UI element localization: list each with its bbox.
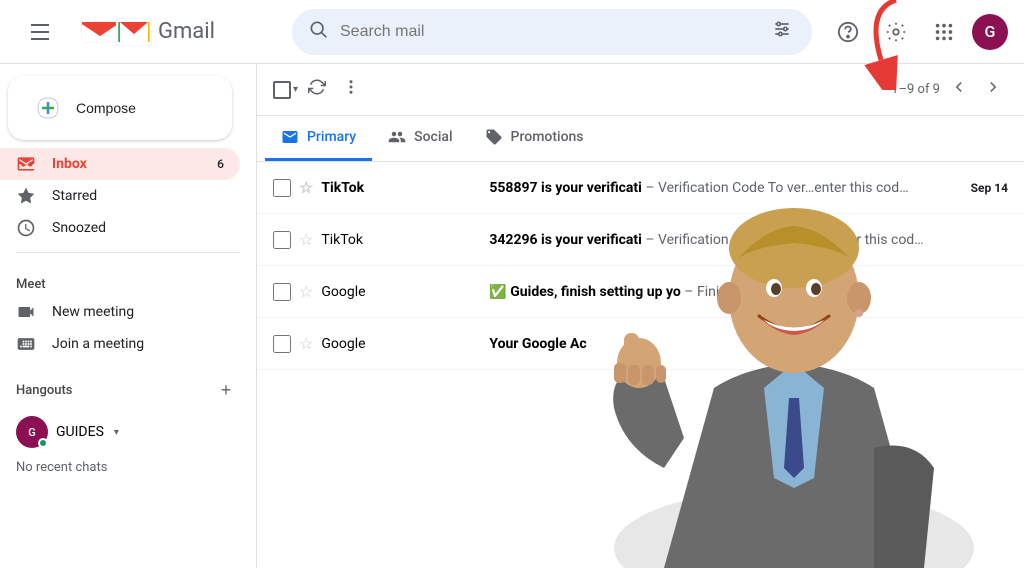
social-tab-icon [388,128,406,146]
email-subject: ✅ Guides, finish setting up yo [489,284,680,300]
apps-button[interactable] [924,12,964,52]
select-dropdown-arrow[interactable]: ▾ [293,84,298,95]
avatar[interactable]: G [972,14,1008,50]
next-page-button[interactable] [978,72,1008,107]
compose-button[interactable]: Compose [8,76,232,140]
more-icon [342,78,360,96]
header-right: G [828,12,1008,52]
inbox-tab-icon [281,128,299,146]
settings-button[interactable] [876,12,916,52]
refresh-button[interactable] [302,72,332,107]
tab-social[interactable]: Social [372,116,468,161]
search-icon [308,19,328,44]
star-icon[interactable]: ☆ [299,282,313,301]
star-icon [16,186,36,206]
prev-page-button[interactable] [944,72,974,107]
email-row[interactable]: ☆ Google ✅ Guides, finish setting up yo … [257,266,1024,318]
online-status-dot [38,438,48,448]
star-icon[interactable]: ☆ [299,230,313,249]
email-checkbox[interactable] [273,179,291,197]
sidebar-item-new-meeting[interactable]: New meeting [0,296,240,328]
toolbar-left: ▾ [273,72,366,107]
meet-section-label: Meet [0,261,256,296]
keyboard-icon [16,334,36,354]
email-subject-wrap: Your Google Ac [489,336,1000,352]
clock-icon [16,218,36,238]
star-icon[interactable]: ☆ [299,178,313,197]
email-subject-wrap: 558897 is your verificati – Verification… [489,180,962,196]
inbox-badge: 6 [217,157,224,171]
inbox-icon [16,154,36,174]
help-button[interactable] [828,12,868,52]
email-subject-wrap: ✅ Guides, finish setting up yo – Finish … [489,284,1000,300]
compose-plus-icon [32,92,64,124]
hamburger-icon [23,16,57,48]
email-list: ☆ TikTok 558897 is your verificati – Ver… [257,162,1024,568]
email-sender: Google [321,284,481,300]
page-info: 1–9 of 9 [891,82,940,97]
more-options-button[interactable] [336,72,366,107]
star-icon[interactable]: ☆ [299,334,313,353]
gmail-text: Gmail [158,19,215,44]
sidebar-divider [16,252,240,253]
email-row[interactable]: ☆ TikTok 342296 is your verificati – Ver… [257,214,1024,266]
hangouts-avatar: G [16,416,48,448]
search-bar [292,9,812,55]
email-toolbar: ▾ 1–9 of 9 [257,64,1024,116]
email-sender: Google [321,336,481,352]
hamburger-button[interactable] [16,8,64,56]
gmail-m-icon [80,18,120,46]
sidebar-item-snoozed[interactable]: Snoozed [0,212,240,244]
hangouts-label: Hangouts [16,383,72,398]
sidebar-item-starred[interactable]: Starred [0,180,240,212]
email-checkbox[interactable] [273,231,291,249]
refresh-icon [308,78,326,96]
tab-promotions[interactable]: Promotions [469,116,600,161]
search-input[interactable] [340,23,756,41]
email-preview: – Verification Code To verify…enter this… [645,232,923,248]
hangouts-header: Hangouts + [0,360,256,412]
gear-icon [885,21,907,43]
email-subject: Your Google Ac [489,336,586,352]
header-center [292,9,812,55]
inbox-tabs: Primary Social Promotions [257,116,1024,162]
apps-icon [933,21,955,43]
no-recent-chats: No recent chats [0,452,256,483]
hangouts-add-button[interactable]: + [212,376,240,404]
email-subject: 342296 is your verificati [489,232,642,248]
email-checkbox[interactable] [273,335,291,353]
main-content: ▾ 1–9 of 9 [256,64,1024,568]
search-tune-icon[interactable] [768,15,796,48]
email-date: Sep 14 [971,181,1008,195]
help-icon [837,21,859,43]
chevron-right-icon [984,78,1002,96]
email-preview: – Verification Code To ver…enter this co… [645,180,908,196]
select-all-wrap: ▾ [273,81,298,99]
toolbar-right: 1–9 of 9 [891,72,1008,107]
header: Gmail [0,0,1024,64]
sidebar-item-inbox[interactable]: Inbox 6 [0,148,240,180]
gmail-logo: Gmail [80,18,215,46]
promotions-tab-icon [485,128,503,146]
sidebar: Compose Inbox 6 Starred [0,64,256,568]
select-all-checkbox[interactable] [273,81,291,99]
email-row[interactable]: ☆ Google Your Google Ac [257,318,1024,370]
hangouts-user[interactable]: G GUIDES ▾ [0,412,256,452]
email-row[interactable]: ☆ TikTok 558897 is your verificati – Ver… [257,162,1024,214]
email-preview: – Finish set-up 📱 [684,284,797,300]
chevron-left-icon [950,78,968,96]
tab-primary[interactable]: Primary [265,116,372,161]
sidebar-item-join-meeting[interactable]: Join a meeting [0,328,240,360]
gmail-m-colored [116,18,152,46]
header-left: Gmail [16,8,292,56]
email-sender: TikTok [321,232,481,248]
email-checkbox[interactable] [273,283,291,301]
email-sender: TikTok [321,180,481,196]
video-icon [16,302,36,322]
email-subject: 558897 is your verificati [489,180,642,196]
email-subject-wrap: 342296 is your verificati – Verification… [489,232,1000,248]
layout: Compose Inbox 6 Starred [0,64,1024,568]
